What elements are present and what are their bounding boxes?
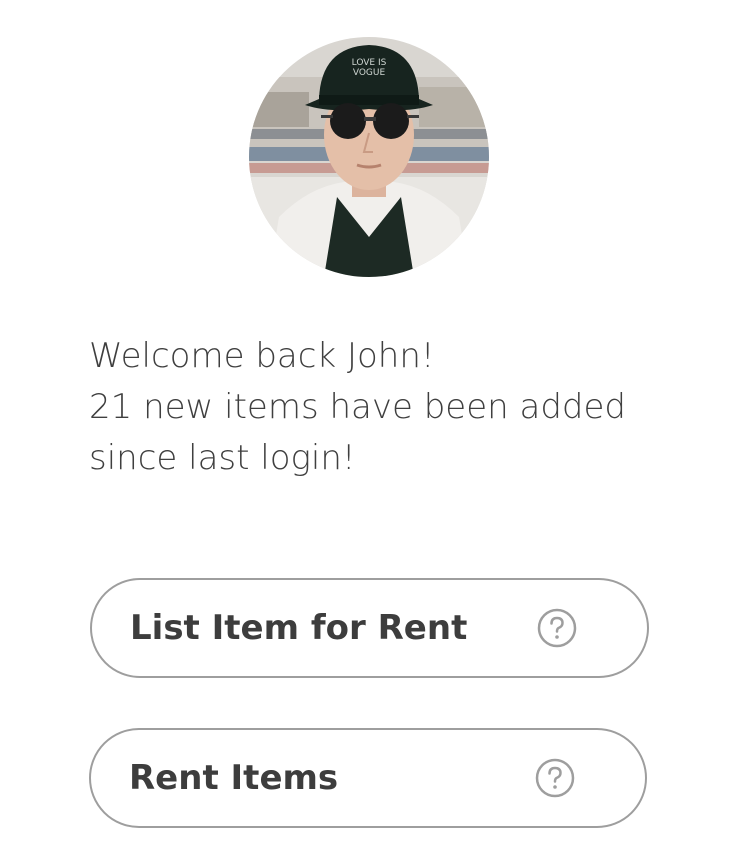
welcome-line-new-items: 21 new items have been added bbox=[89, 387, 626, 427]
svg-text:VOGUE: VOGUE bbox=[353, 68, 386, 78]
list-item-for-rent-label: List Item for Rent bbox=[130, 608, 468, 648]
avatar[interactable]: LOVE IS VOGUE bbox=[249, 37, 489, 277]
question-circle-icon[interactable] bbox=[535, 758, 575, 798]
svg-text:LOVE IS: LOVE IS bbox=[352, 58, 387, 68]
welcome-line-since-login: since last login! bbox=[89, 438, 356, 478]
list-item-for-rent-button[interactable]: List Item for Rent bbox=[90, 578, 649, 678]
rent-items-button[interactable]: Rent Items bbox=[89, 728, 647, 828]
question-circle-icon[interactable] bbox=[537, 608, 577, 648]
profile-photo: LOVE IS VOGUE bbox=[249, 37, 489, 277]
welcome-line-greeting: Welcome back John! bbox=[89, 336, 435, 376]
welcome-message: Welcome back John! 21 new items have bee… bbox=[89, 331, 689, 484]
rent-items-label: Rent Items bbox=[129, 758, 339, 798]
